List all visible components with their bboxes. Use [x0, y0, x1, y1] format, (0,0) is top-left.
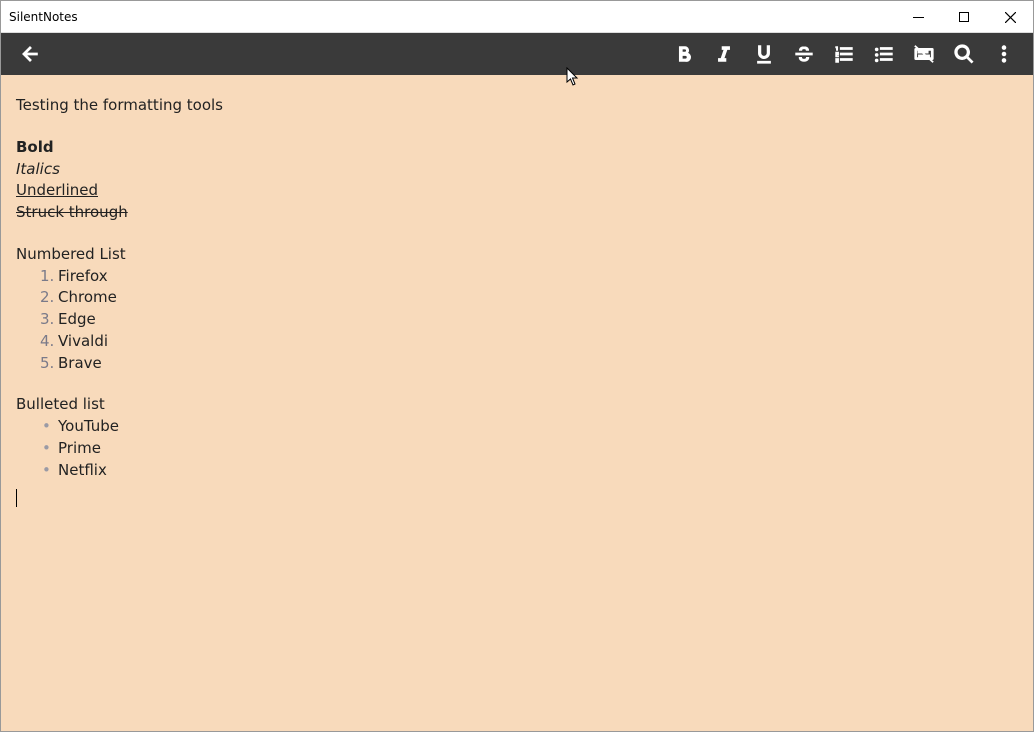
numbered-list: 1.Firefox 2.Chrome 3.Edge 4.Vivaldi 5.Br… [40, 266, 1018, 375]
back-button[interactable] [11, 35, 49, 73]
list-item: 4.Vivaldi [40, 331, 1018, 353]
window-controls [895, 1, 1033, 33]
strike-sample: Struck through [16, 202, 1018, 224]
more-menu-button[interactable] [985, 35, 1023, 73]
list-item: 3.Edge [40, 309, 1018, 331]
text-caret [16, 489, 17, 507]
keyboard-off-button[interactable] [905, 35, 943, 73]
list-item: Netflix [40, 460, 1018, 482]
numbered-heading: Numbered List [16, 244, 1018, 266]
numbered-list-button[interactable] [825, 35, 863, 73]
close-button[interactable] [987, 1, 1033, 33]
bold-button[interactable] [665, 35, 703, 73]
underline-button[interactable] [745, 35, 783, 73]
list-item: Prime [40, 438, 1018, 460]
bulleted-heading: Bulleted list [16, 394, 1018, 416]
maximize-button[interactable] [941, 1, 987, 33]
list-item: 5.Brave [40, 353, 1018, 375]
bulleted-list: YouTube Prime Netflix [40, 416, 1018, 481]
minimize-button[interactable] [895, 1, 941, 33]
editor-toolbar [1, 33, 1033, 75]
italic-button[interactable] [705, 35, 743, 73]
list-item: 2.Chrome [40, 287, 1018, 309]
strikethrough-button[interactable] [785, 35, 823, 73]
title-bar: SilentNotes [1, 1, 1033, 33]
bulleted-list-button[interactable] [865, 35, 903, 73]
list-item: 1.Firefox [40, 266, 1018, 288]
note-editor[interactable]: Testing the formatting tools Bold Italic… [1, 75, 1033, 731]
bold-sample: Bold [16, 137, 1018, 159]
italic-sample: Italics [16, 159, 1018, 181]
list-item: YouTube [40, 416, 1018, 438]
search-button[interactable] [945, 35, 983, 73]
note-heading: Testing the formatting tools [16, 95, 1018, 117]
app-title: SilentNotes [9, 10, 78, 24]
underline-sample: Underlined [16, 180, 1018, 202]
